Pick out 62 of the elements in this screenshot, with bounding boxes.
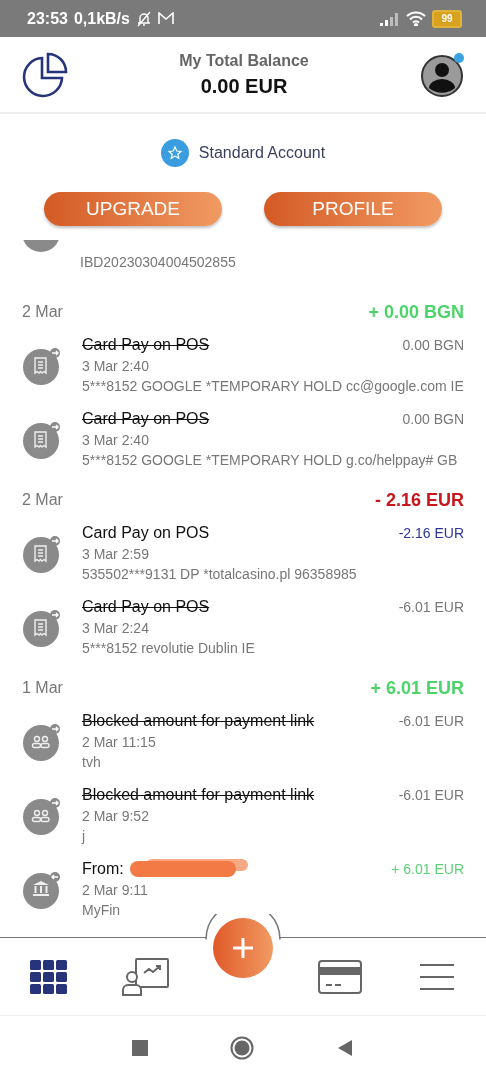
transaction-detail: j <box>82 828 87 844</box>
transaction-amount: -6.01 EUR <box>398 787 464 803</box>
group-total: + 6.01 EUR <box>370 677 464 699</box>
transaction-date: 3 Mar 2:24 <box>82 620 150 636</box>
transaction-title: Card Pay on POS <box>82 524 210 542</box>
pie-chart-icon[interactable] <box>22 51 68 98</box>
transaction-row[interactable]: Card Pay on POS 0.00 BGN 3 Mar 2:40 5***8152 GOOGLE *TEMPORARY HOLD cc@google.com IE <box>0 332 486 406</box>
network-speed: 0,1kB/s <box>73 9 130 28</box>
transaction-amount: 0.00 BGN <box>402 411 464 427</box>
transaction-detail: tvh <box>82 754 102 770</box>
transaction-row[interactable]: Card Pay on POS 0.00 BGN 3 Mar 2:40 5***8152 GOOGLE *TEMPORARY HOLD g.co/helppay# GB <box>0 406 486 480</box>
transaction-amount: -6.01 EUR <box>398 599 464 615</box>
transaction-date: 2 Mar 9:52 <box>82 808 150 824</box>
group-total: - 2.16 EUR <box>374 489 464 511</box>
menu-icon <box>420 962 455 991</box>
transaction-detail: 5***8152 revolutie Dublin IE <box>82 640 256 656</box>
bell-off-icon <box>135 10 152 27</box>
transaction-date: 2 Mar 9:11 <box>82 882 149 898</box>
transaction-title: Card Pay on POS <box>82 598 210 616</box>
grid-icon <box>29 959 68 994</box>
transaction-title: Blocked amount for payment link <box>82 712 315 730</box>
wifi-icon <box>406 11 426 26</box>
total-balance: 0.00 EUR <box>200 74 288 98</box>
transaction-date: 3 Mar 2:40 <box>82 358 150 374</box>
group-date: 1 Mar <box>22 679 63 697</box>
transaction-row[interactable]: Blocked amount for payment link -6.01 EUR 2 Mar 9:52 j <box>0 782 486 856</box>
back-icon[interactable] <box>336 1039 354 1057</box>
add-button[interactable] <box>213 918 273 978</box>
card-icon <box>318 959 363 994</box>
group-date: 2 Mar <box>22 491 63 509</box>
transaction-date: 3 Mar 2:40 <box>82 432 150 448</box>
plus-icon <box>232 937 254 959</box>
group-date: 2 Mar <box>22 303 63 321</box>
avatar-icon[interactable] <box>420 51 466 98</box>
signal-icon <box>380 11 400 26</box>
transaction-detail: MyFin <box>82 902 122 918</box>
transaction-detail: 5***8152 GOOGLE *TEMPORARY HOLD g.co/helppay# GB <box>82 452 459 468</box>
account-type: Standard Account <box>198 144 326 162</box>
mail-icon <box>157 12 174 25</box>
transaction-row[interactable]: From: + 6.01 EUR 2 Mar 9:11 MyFin <box>0 856 486 930</box>
transaction-amount: 0.00 BGN <box>402 337 464 353</box>
status-time: 23:53 <box>27 9 68 28</box>
transaction-title: Card Pay on POS <box>82 410 210 428</box>
home-icon[interactable] <box>230 1036 254 1060</box>
transaction-title: Blocked amount for payment link <box>82 786 315 804</box>
transaction-date: 2 Mar 11:15 <box>82 734 157 750</box>
transaction-title: From: <box>82 860 124 878</box>
transaction-title: Card Pay on POS <box>82 336 210 354</box>
transaction-row[interactable]: Card Pay on POS -2.16 EUR 3 Mar 2:59 535502***9131 DP *totalcasino.pl 96358985 <box>0 520 486 594</box>
transaction-amount: + 6.01 EUR <box>391 861 464 877</box>
transaction-date: 3 Mar 2:59 <box>82 546 150 562</box>
battery-level: 99 <box>432 9 462 28</box>
transaction-amount: -6.01 EUR <box>398 713 464 729</box>
balance-title: My Total Balance <box>179 51 309 70</box>
group-total: + 0.00 BGN <box>368 301 464 323</box>
transaction-detail: IBD20230304004502855 <box>80 254 236 270</box>
presentation-icon <box>121 956 170 997</box>
transaction-row[interactable]: Card Pay on POS -6.01 EUR 3 Mar 2:24 5***8152 revolutie Dublin IE <box>0 594 486 668</box>
transaction-row[interactable]: Blocked amount for payment link -6.01 EUR 2 Mar 11:15 tvh <box>0 708 486 782</box>
transaction-amount: -2.16 EUR <box>398 525 464 541</box>
transaction-detail: 535502***9131 DP *totalcasino.pl 96358985 <box>82 566 358 582</box>
transaction-detail: 5***8152 GOOGLE *TEMPORARY HOLD cc@google.com IE <box>82 378 464 394</box>
